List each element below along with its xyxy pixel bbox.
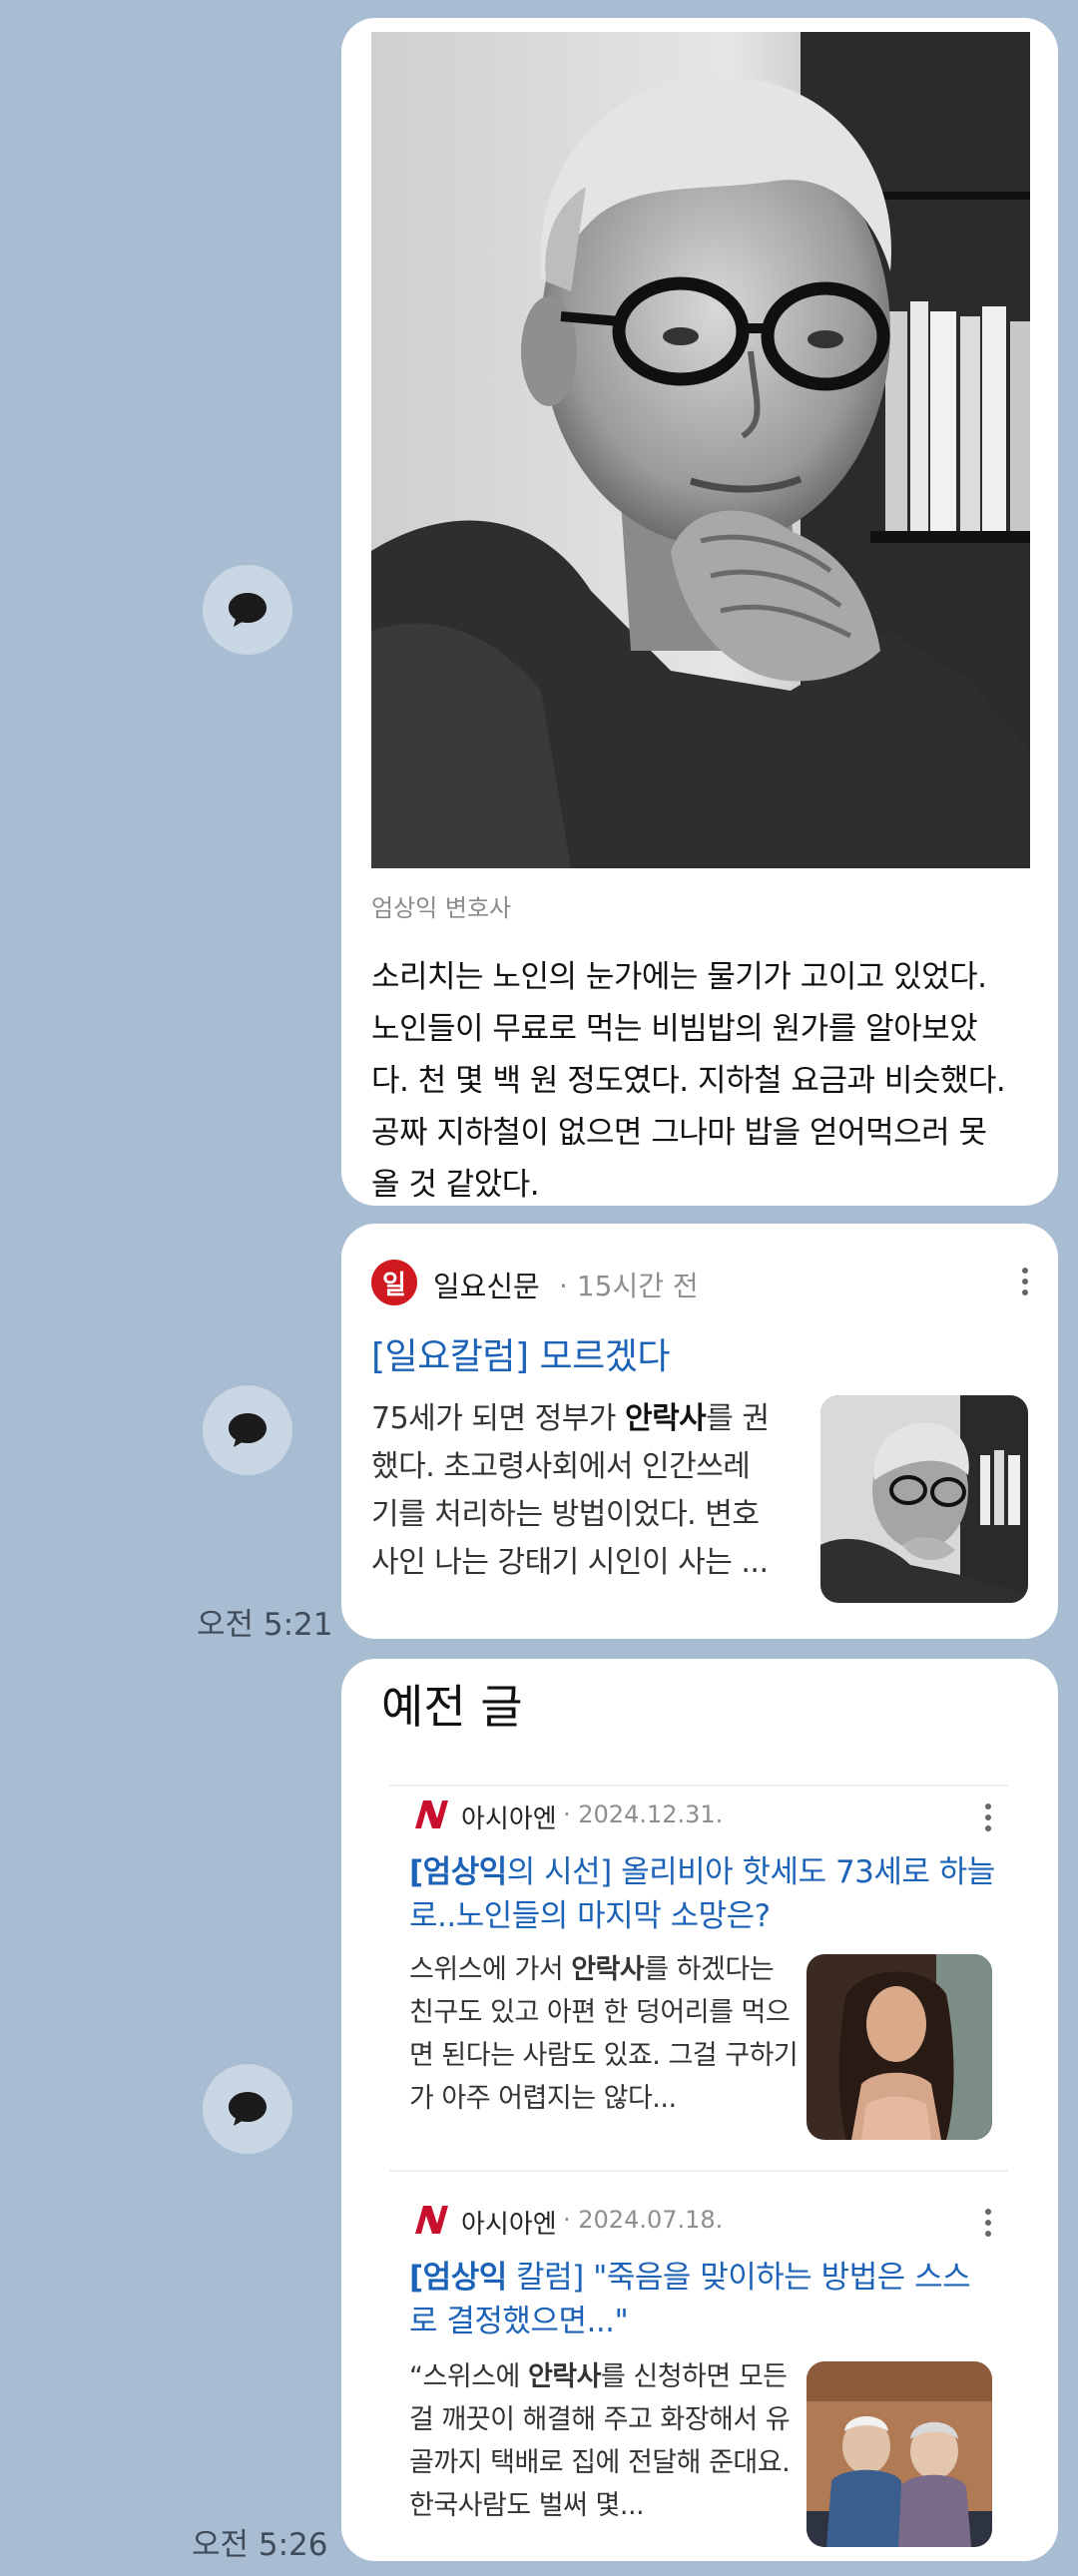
- article-bubble[interactable]: 엄상익 변호사 소리치는 노인의 눈가에는 물기가 고이고 있었다. 노인들이 …: [341, 18, 1058, 1206]
- speech-bubble-icon: [229, 1413, 267, 1447]
- news-card[interactable]: 일 일요신문 · 15시간 전 [일요칼럼] 모르겠다 75세가 되면 정부가 …: [341, 1224, 1058, 1639]
- ilyo-logo-icon: 일: [371, 1260, 417, 1305]
- section-title: 예전 글: [381, 1680, 523, 1734]
- news-source[interactable]: 아시아엔: [461, 2204, 557, 2241]
- news-source[interactable]: 아시아엔: [461, 1799, 557, 1835]
- divider: [389, 1785, 1008, 1787]
- message-timestamp: 오전 5:21: [197, 1607, 333, 1643]
- share-button[interactable]: [203, 565, 292, 655]
- article-excerpt: 소리치는 노인의 눈가에는 물기가 고이고 있었다. 노인들이 무료로 먹는 비…: [371, 959, 1006, 1203]
- speech-bubble-icon: [229, 2092, 267, 2126]
- news-headline[interactable]: [일요칼럼] 모르겠다: [371, 1327, 671, 1379]
- news-source[interactable]: 일요신문: [433, 1264, 540, 1305]
- news-snippet: 스위스에 가서 안락사를 하겠다는 친구도 있고 아편 한 덩어리를 먹으면 된…: [409, 1954, 799, 2114]
- news-date: · 2024.12.31.: [563, 1801, 724, 1828]
- message-timestamp: 오전 5:26: [192, 2527, 328, 2563]
- news-time: · 15시간 전: [559, 1270, 699, 1302]
- news-headline[interactable]: [엄상익의 시선] 올리비아 핫세도 73세로 하늘로..노인들의 마지막 소망…: [409, 1850, 998, 1938]
- more-vertical-icon[interactable]: [983, 1803, 993, 1831]
- news-date: · 2024.07.18.: [563, 2206, 724, 2234]
- news-thumbnail[interactable]: [807, 2361, 992, 2547]
- asiaN-logo-icon: [415, 2206, 448, 2234]
- photo-caption: 엄상익 변호사: [371, 894, 512, 922]
- news-thumbnail[interactable]: [820, 1395, 1028, 1603]
- divider: [389, 2170, 1008, 2172]
- share-button[interactable]: [203, 2064, 292, 2154]
- more-vertical-icon[interactable]: [1020, 1268, 1030, 1295]
- speech-bubble-icon: [229, 593, 267, 627]
- news-snippet: 75세가 되면 정부가 안락사를 권 했다. 초고령사회에서 인간쓰레 기를 처…: [371, 1401, 770, 1580]
- more-vertical-icon[interactable]: [983, 2209, 993, 2237]
- news-headline[interactable]: [엄상익 칼럼] "죽음을 맞이하는 방법은 스스로 결정했으면...": [409, 2256, 998, 2343]
- news-thumbnail[interactable]: [807, 1954, 992, 2140]
- asiaN-logo-icon: [415, 1801, 448, 1828]
- news-snippet: “스위스에 안락사를 신청하면 모든 걸 깨끗이 해결해 주고 화장해서 유골까…: [409, 2361, 791, 2521]
- portrait-photo[interactable]: [371, 32, 1030, 868]
- share-button[interactable]: [203, 1385, 292, 1475]
- previous-posts-bubble[interactable]: 예전 글 아시아엔 · 2024.12.31. [엄상익의 시선] 올리비아 핫…: [341, 1659, 1058, 2561]
